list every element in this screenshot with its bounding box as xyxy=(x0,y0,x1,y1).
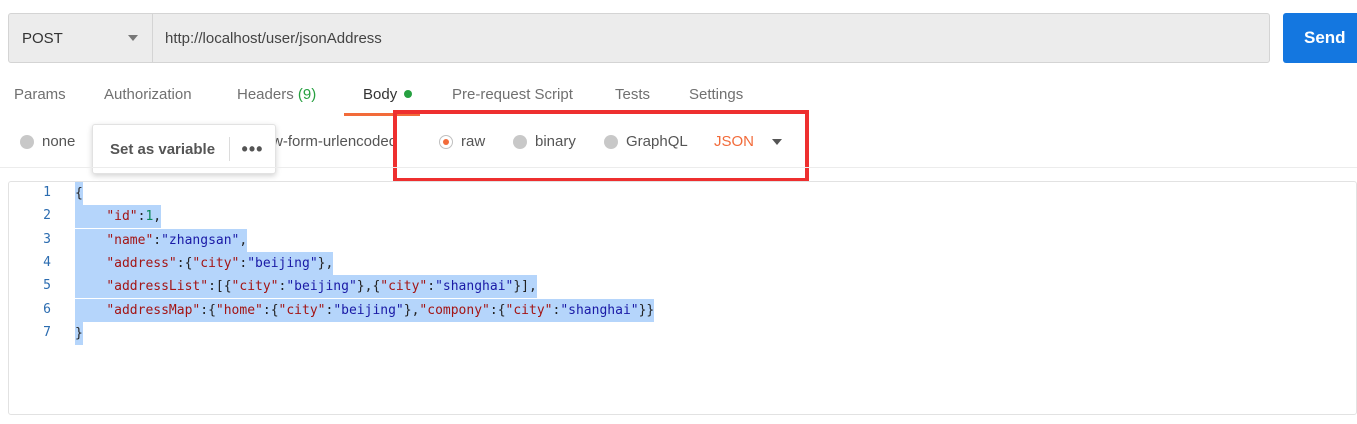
line-number: 7 xyxy=(43,324,51,340)
code-line: 5 "addressList":[{"city":"beijing"},{"ci… xyxy=(9,275,1356,299)
tab-params-label: Params xyxy=(14,86,66,103)
more-options-icon[interactable]: ••• xyxy=(230,139,275,160)
body-type-none-label: none xyxy=(42,133,76,150)
line-number: 2 xyxy=(43,208,51,224)
section-divider xyxy=(0,167,1357,168)
line-number: 6 xyxy=(43,301,51,317)
code-text: } xyxy=(75,321,83,345)
line-number: 3 xyxy=(43,231,51,247)
tab-settings-label: Settings xyxy=(689,86,744,103)
code-line: 3 "name":"zhangsan", xyxy=(9,228,1356,252)
headers-count-badge: (9) xyxy=(297,86,317,103)
annotation-highlight-box xyxy=(393,110,809,182)
tab-authorization-label: Authorization xyxy=(104,86,192,103)
chevron-down-icon xyxy=(128,35,138,41)
tab-authorization[interactable]: Authorization xyxy=(104,86,192,116)
code-text: "name":"zhangsan", xyxy=(75,228,248,252)
code-line: 7} xyxy=(9,321,1356,345)
code-line: 1{ xyxy=(9,182,1356,205)
code-text: "address":{"city":"beijing"}, xyxy=(75,251,334,275)
tab-params[interactable]: Params xyxy=(14,86,66,116)
tab-tests-label: Tests xyxy=(615,86,651,103)
method-label: POST xyxy=(22,29,63,47)
set-as-variable-button[interactable]: Set as variable xyxy=(93,141,229,158)
code-line: 6 "addressMap":{"home":{"city":"beijing"… xyxy=(9,298,1356,322)
code-text: "addressList":[{"city":"beijing"},{"city… xyxy=(75,275,537,299)
url-input[interactable]: http://localhost/user/jsonAddress xyxy=(153,14,1269,62)
line-number: 1 xyxy=(43,185,51,200)
code-text: "addressMap":{"home":{"city":"beijing"},… xyxy=(75,298,655,322)
tab-headers-label: Headers xyxy=(237,86,294,103)
code-text: "id":1, xyxy=(75,205,162,229)
tab-prerequest-label: Pre-request Script xyxy=(452,86,573,103)
body-type-urlencoded-label: w-form-urlencoded xyxy=(272,133,398,150)
code-text: { xyxy=(75,182,83,205)
radio-icon xyxy=(20,134,34,149)
tab-headers[interactable]: Headers (9) xyxy=(237,86,316,116)
code-editor[interactable]: 1{2 "id":1, 3 "name":"zhangsan", 4 "addres… xyxy=(8,181,1357,415)
code-line: 2 "id":1, xyxy=(9,205,1356,229)
line-number: 4 xyxy=(43,254,51,270)
send-button[interactable]: Send xyxy=(1283,13,1357,63)
tab-body-label: Body xyxy=(363,86,398,103)
code-line: 4 "address":{"city":"beijing"}, xyxy=(9,251,1356,275)
line-number: 5 xyxy=(43,278,51,294)
method-dropdown[interactable]: POST xyxy=(9,14,153,62)
body-type-urlencoded[interactable]: w-form-urlencoded xyxy=(272,133,397,150)
request-bar: POST http://localhost/user/jsonAddress xyxy=(8,13,1270,63)
body-type-none[interactable]: none xyxy=(20,133,75,150)
body-status-dot xyxy=(404,90,413,98)
